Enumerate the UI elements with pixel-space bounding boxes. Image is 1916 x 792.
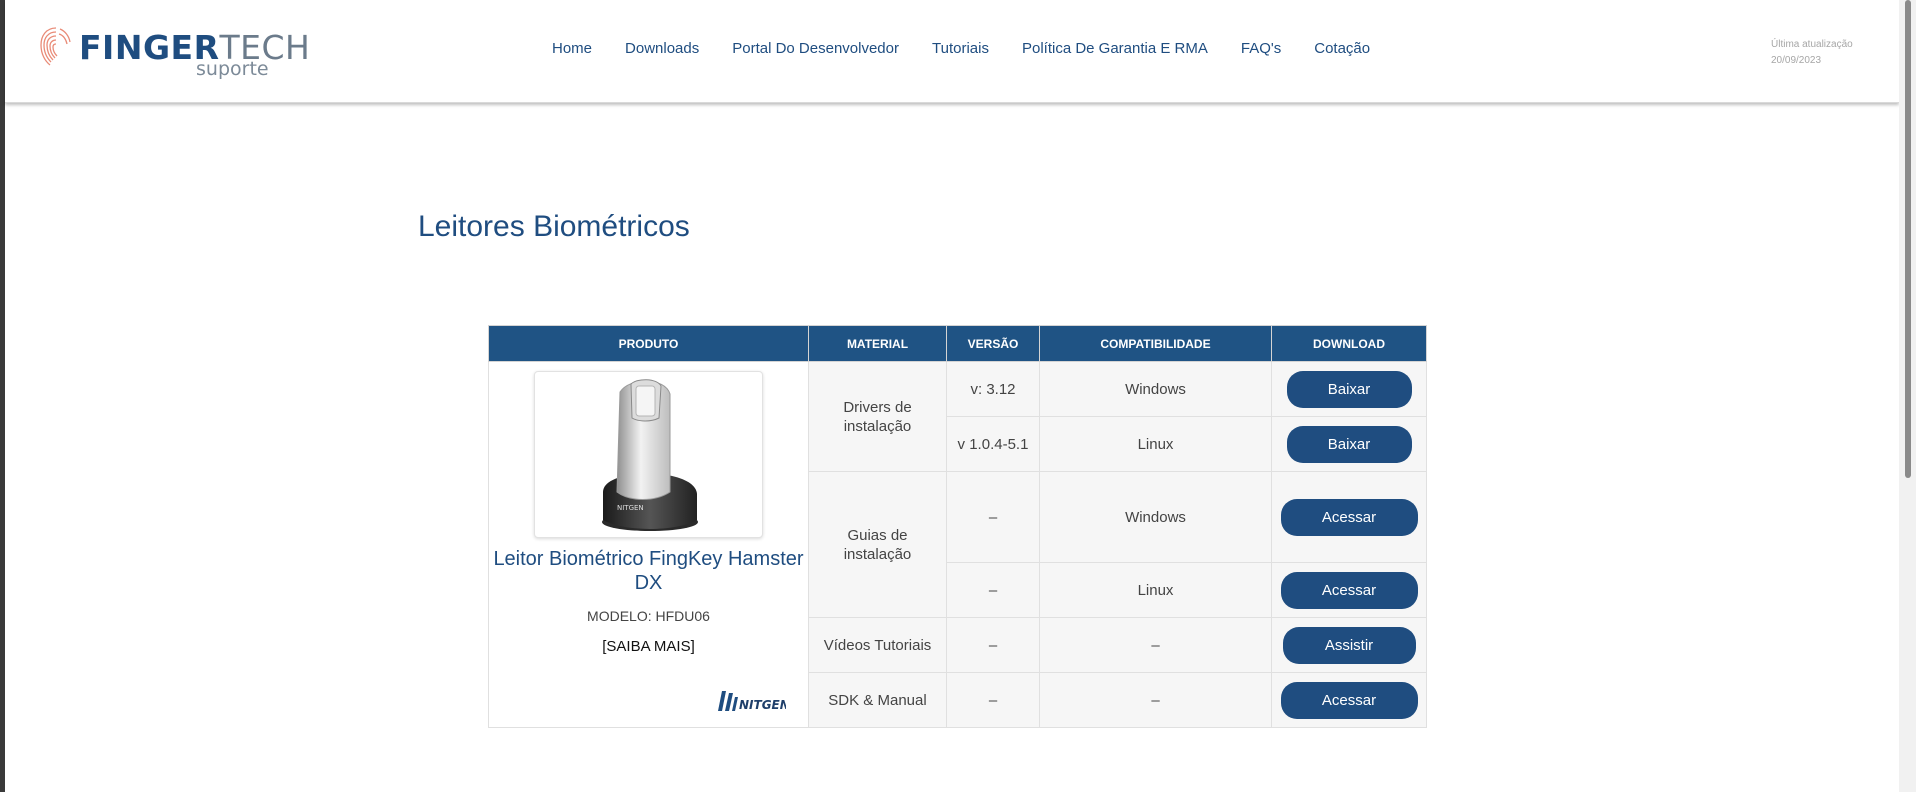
table-row: NITGEN Leitor Biométrico FingKey Hamster… [488,361,1427,728]
download-cell: Acessar [1271,562,1427,618]
download-button[interactable]: Baixar [1286,370,1412,408]
watch-button[interactable]: Assistir [1282,626,1416,664]
col-header-compatibility: COMPATIBILIDADE [1039,325,1272,362]
nav-home[interactable]: Home [552,40,592,62]
material-guides: Guias de instalação [808,471,947,618]
col-header-version: VERSÃO [946,325,1040,362]
compat-cell: Windows [1039,361,1272,417]
fingerprint-reader-image: NITGEN [602,379,698,531]
download-cell: Acessar [1271,672,1427,728]
nav-tutorials[interactable]: Tutoriais [932,40,989,62]
product-cell: NITGEN Leitor Biométrico FingKey Hamster… [488,361,809,728]
version-cell: – [946,562,1040,618]
nitgen-logo: NITGEN [718,691,786,712]
download-cell: Assistir [1271,617,1427,673]
last-update-label: Última atualização [1771,39,1853,50]
compat-cell: Linux [1039,562,1272,618]
product-model: MODELO: HFDU06 [587,608,710,624]
svg-text:NITGEN: NITGEN [617,504,644,512]
download-cell: Baixar [1271,361,1427,417]
last-update: Última atualização 20/09/2023 [1771,37,1853,69]
access-button[interactable]: Acessar [1280,498,1418,536]
product-image[interactable]: NITGEN [534,371,763,538]
page-title: Leitores Biométricos [418,210,690,243]
compat-cell: – [1039,617,1272,673]
nav-quote[interactable]: Cotação [1314,40,1370,62]
download-cell: Acessar [1271,471,1427,563]
col-header-product: PRODUTO [488,325,809,362]
logo-brand: FINGERTECH [79,28,311,67]
version-cell: – [946,617,1040,673]
nav-developer-portal[interactable]: Portal Do Desenvolvedor [732,40,899,62]
scrollbar-thumb[interactable] [1905,0,1911,478]
compat-cell: Windows [1039,471,1272,563]
fingertech-logo[interactable]: FINGERTECH suporte [39,22,310,80]
download-button[interactable]: Baixar [1286,425,1412,463]
compat-cell: Linux [1039,416,1272,472]
material-drivers: Drivers de instalação [808,361,947,472]
vertical-scrollbar[interactable] [1899,0,1916,792]
col-header-download: DOWNLOAD [1271,325,1427,362]
material-sdk: SDK & Manual [808,672,947,728]
product-name[interactable]: Leitor Biométrico FingKey Hamster DX [489,547,808,595]
download-cell: Baixar [1271,416,1427,472]
compat-cell: – [1039,672,1272,728]
downloads-table: PRODUTO MATERIAL VERSÃO COMPATIBILIDADE … [488,325,1427,728]
nitgen-logo-text: NITGEN [739,698,786,712]
nav-warranty-rma[interactable]: Política De Garantia E RMA [1022,40,1208,62]
version-cell: v 1.0.4-5.1 [946,416,1040,472]
last-update-date: 20/09/2023 [1771,55,1822,66]
access-button[interactable]: Acessar [1280,681,1418,719]
nav-downloads[interactable]: Downloads [625,40,699,62]
logo-subtitle: suporte [196,58,269,80]
fingerprint-icon [40,27,71,66]
page: FINGERTECH suporte Home Downloads Portal… [5,0,1899,792]
main-nav: Home Downloads Portal Do Desenvolvedor T… [552,40,1403,62]
nav-faqs[interactable]: FAQ's [1241,40,1281,62]
version-cell: v: 3.12 [946,361,1040,417]
col-header-material: MATERIAL [808,325,947,362]
site-header: FINGERTECH suporte Home Downloads Portal… [5,0,1899,103]
table-header-row: PRODUTO MATERIAL VERSÃO COMPATIBILIDADE … [488,325,1427,362]
version-cell: – [946,672,1040,728]
learn-more-link[interactable]: [SAIBA MAIS] [489,638,808,655]
version-cell: – [946,471,1040,563]
access-button[interactable]: Acessar [1280,571,1418,609]
material-videos: Vídeos Tutoriais [808,617,947,673]
